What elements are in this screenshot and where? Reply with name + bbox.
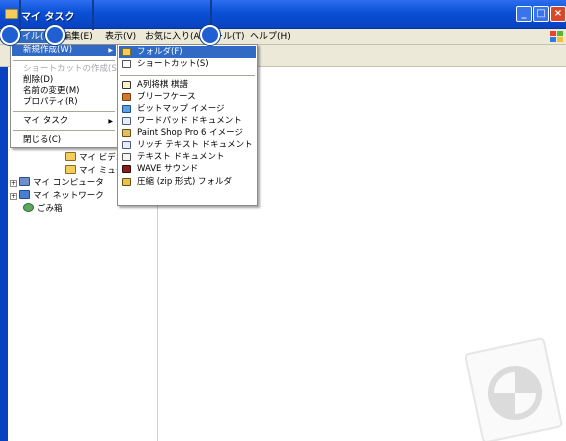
submenu-item-briefcase[interactable]: ブリーフケース (119, 91, 256, 103)
folder-icon (122, 48, 131, 56)
menu-item-create-shortcut[interactable]: ショートカットの作成(S) (12, 64, 120, 75)
submenu-item-label: 圧縮 (zip 形式) フォルダ (137, 177, 232, 187)
submenu-arrow-icon: ▶ (108, 118, 113, 125)
watermark-logo-icon (465, 337, 563, 441)
submenu-item-label: ブリーフケース (137, 92, 196, 102)
submenu-item-label: テキスト ドキュメント (137, 152, 225, 162)
menu-item-new[interactable]: 新規作成(W) ▶ (12, 45, 116, 56)
menu-help[interactable]: ヘルプ(H) (248, 31, 293, 43)
submenu-item-label: A列将棋 棋譜 (137, 80, 189, 90)
menu-separator (13, 111, 115, 112)
submenu-item-shogi[interactable]: A列将棋 棋譜 (119, 79, 256, 91)
music-folder-icon (65, 165, 76, 174)
submenu-item-label: WAVE サウンド (137, 164, 199, 174)
submenu-item-label: ワードパッド ドキュメント (137, 116, 242, 126)
tree-item-my-computer[interactable]: + マイ コンピュータ (10, 177, 104, 188)
text-doc-icon (122, 153, 131, 161)
minimize-button[interactable]: _ (516, 6, 532, 22)
shogi-icon (122, 81, 131, 89)
wordpad-icon (122, 117, 131, 125)
window-title: マイ タスク (21, 12, 75, 23)
close-button[interactable]: × (550, 6, 566, 22)
submenu-item-label: ビットマップ イメージ (137, 104, 225, 114)
submenu-item-wordpad[interactable]: ワードパッド ドキュメント (119, 115, 256, 127)
submenu-arrow-icon: ▶ (108, 47, 113, 54)
submenu-item-label: ショートカット(S) (137, 59, 209, 69)
submenu-item-bitmap[interactable]: ビットマップ イメージ (119, 103, 256, 115)
network-icon (19, 190, 30, 199)
menu-view[interactable]: 表示(V) (103, 31, 138, 43)
submenu-item-zip[interactable]: 圧縮 (zip 形式) フォルダ (119, 176, 256, 188)
paintshop-icon (122, 129, 131, 137)
file-menu: 新規作成(W) ▶ ショートカットの作成(S) 削除(D) 名前の変更(M) プ… (10, 44, 120, 148)
wave-icon (122, 165, 131, 173)
submenu-item-shortcut[interactable]: ショートカット(S) (119, 58, 256, 70)
menu-item-label: 新規作成(W) (23, 45, 73, 55)
menu-favorites[interactable]: お気に入り(A) (143, 31, 205, 43)
recycle-bin-icon (23, 203, 34, 212)
submenu-item-rtf[interactable]: リッチ テキスト ドキュメント (119, 139, 256, 151)
submenu-item-label: フォルダ(F) (137, 47, 183, 57)
expand-icon[interactable]: + (10, 180, 17, 187)
submenu-item-label: Paint Shop Pro 6 イメージ (137, 128, 243, 138)
submenu-item-text[interactable]: テキスト ドキュメント (119, 151, 256, 163)
menu-item-rename[interactable]: 名前の変更(M) (12, 86, 116, 97)
folder-icon (5, 9, 18, 19)
callout-marker (45, 25, 65, 45)
callout-marker (200, 25, 220, 45)
tree-item-my-videos[interactable]: マイ ビデオ (65, 152, 124, 163)
menu-separator (13, 60, 115, 61)
submenu-item-wave[interactable]: WAVE サウンド (119, 163, 256, 175)
menu-item-label: マイ タスク (23, 116, 69, 126)
submenu-item-label: リッチ テキスト ドキュメント (137, 140, 253, 150)
computer-icon (19, 177, 30, 186)
expand-icon[interactable]: + (10, 193, 17, 200)
tree-item-my-network[interactable]: + マイ ネットワーク (10, 190, 104, 201)
maximize-button[interactable]: □ (533, 6, 549, 22)
submenu-item-paintshop[interactable]: Paint Shop Pro 6 イメージ (119, 127, 256, 139)
window-frame (0, 29, 8, 441)
callout-marker (0, 25, 20, 45)
callout-line (19, 0, 21, 30)
menu-item-properties[interactable]: プロパティ(R) (12, 97, 116, 108)
tree-item-recycle-bin[interactable]: ごみ箱 (23, 203, 63, 214)
submenu-item-folder[interactable]: フォルダ(F) (119, 46, 256, 58)
tree-item-label: マイ コンピュータ (33, 178, 104, 188)
menu-separator (13, 130, 115, 131)
menu-separator (120, 75, 255, 76)
video-folder-icon (65, 152, 76, 161)
tree-item-label: マイ ネットワーク (33, 191, 104, 201)
title-bar: マイ タスク _ □ × (0, 0, 566, 29)
new-submenu: フォルダ(F) ショートカット(S) A列将棋 棋譜 ブリーフケース ビットマッ… (117, 44, 258, 206)
windows-logo-icon (549, 30, 563, 43)
briefcase-icon (122, 93, 131, 101)
rtf-icon (122, 141, 131, 149)
callout-line (92, 0, 94, 30)
menu-item-my-tasks[interactable]: マイ タスク ▶ (12, 116, 116, 127)
menu-item-delete[interactable]: 削除(D) (12, 75, 116, 86)
zip-folder-icon (122, 178, 131, 186)
bitmap-icon (122, 105, 131, 113)
menu-edit[interactable]: 編集(E) (60, 31, 95, 43)
menu-bar: ファイル(F) 編集(E) 表示(V) お気に入り(A) ツール(T) ヘルプ(… (0, 29, 566, 45)
shortcut-icon (122, 60, 131, 68)
tree-item-label: ごみ箱 (37, 204, 63, 214)
menu-item-close[interactable]: 閉じる(C) (12, 135, 116, 146)
